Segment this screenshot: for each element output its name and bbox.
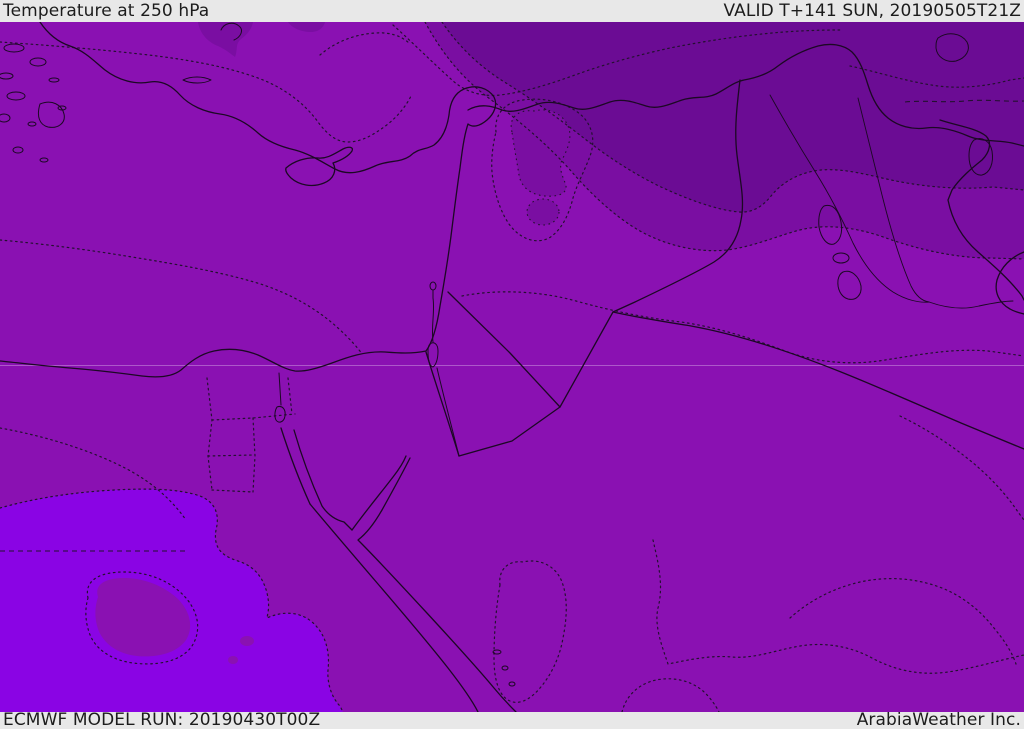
map-valid-time: VALID T+141 SUN, 20190505T21Z [723, 0, 1021, 21]
weather-map-screen: Temperature at 250 hPa VALID T+141 SUN, … [0, 0, 1024, 729]
map-canvas [0, 22, 1024, 712]
temperature-map-svg [0, 22, 1024, 712]
map-title: Temperature at 250 hPa [3, 0, 210, 21]
model-run-label: ECMWF MODEL RUN: 20190430T00Z [3, 710, 321, 729]
map-header: Temperature at 250 hPa VALID T+141 SUN, … [0, 0, 1024, 22]
map-footer: ECMWF MODEL RUN: 20190430T00Z ArabiaWeat… [0, 712, 1024, 729]
latitude-gridline [0, 365, 1024, 366]
attribution: ArabiaWeather Inc. [856, 710, 1021, 729]
